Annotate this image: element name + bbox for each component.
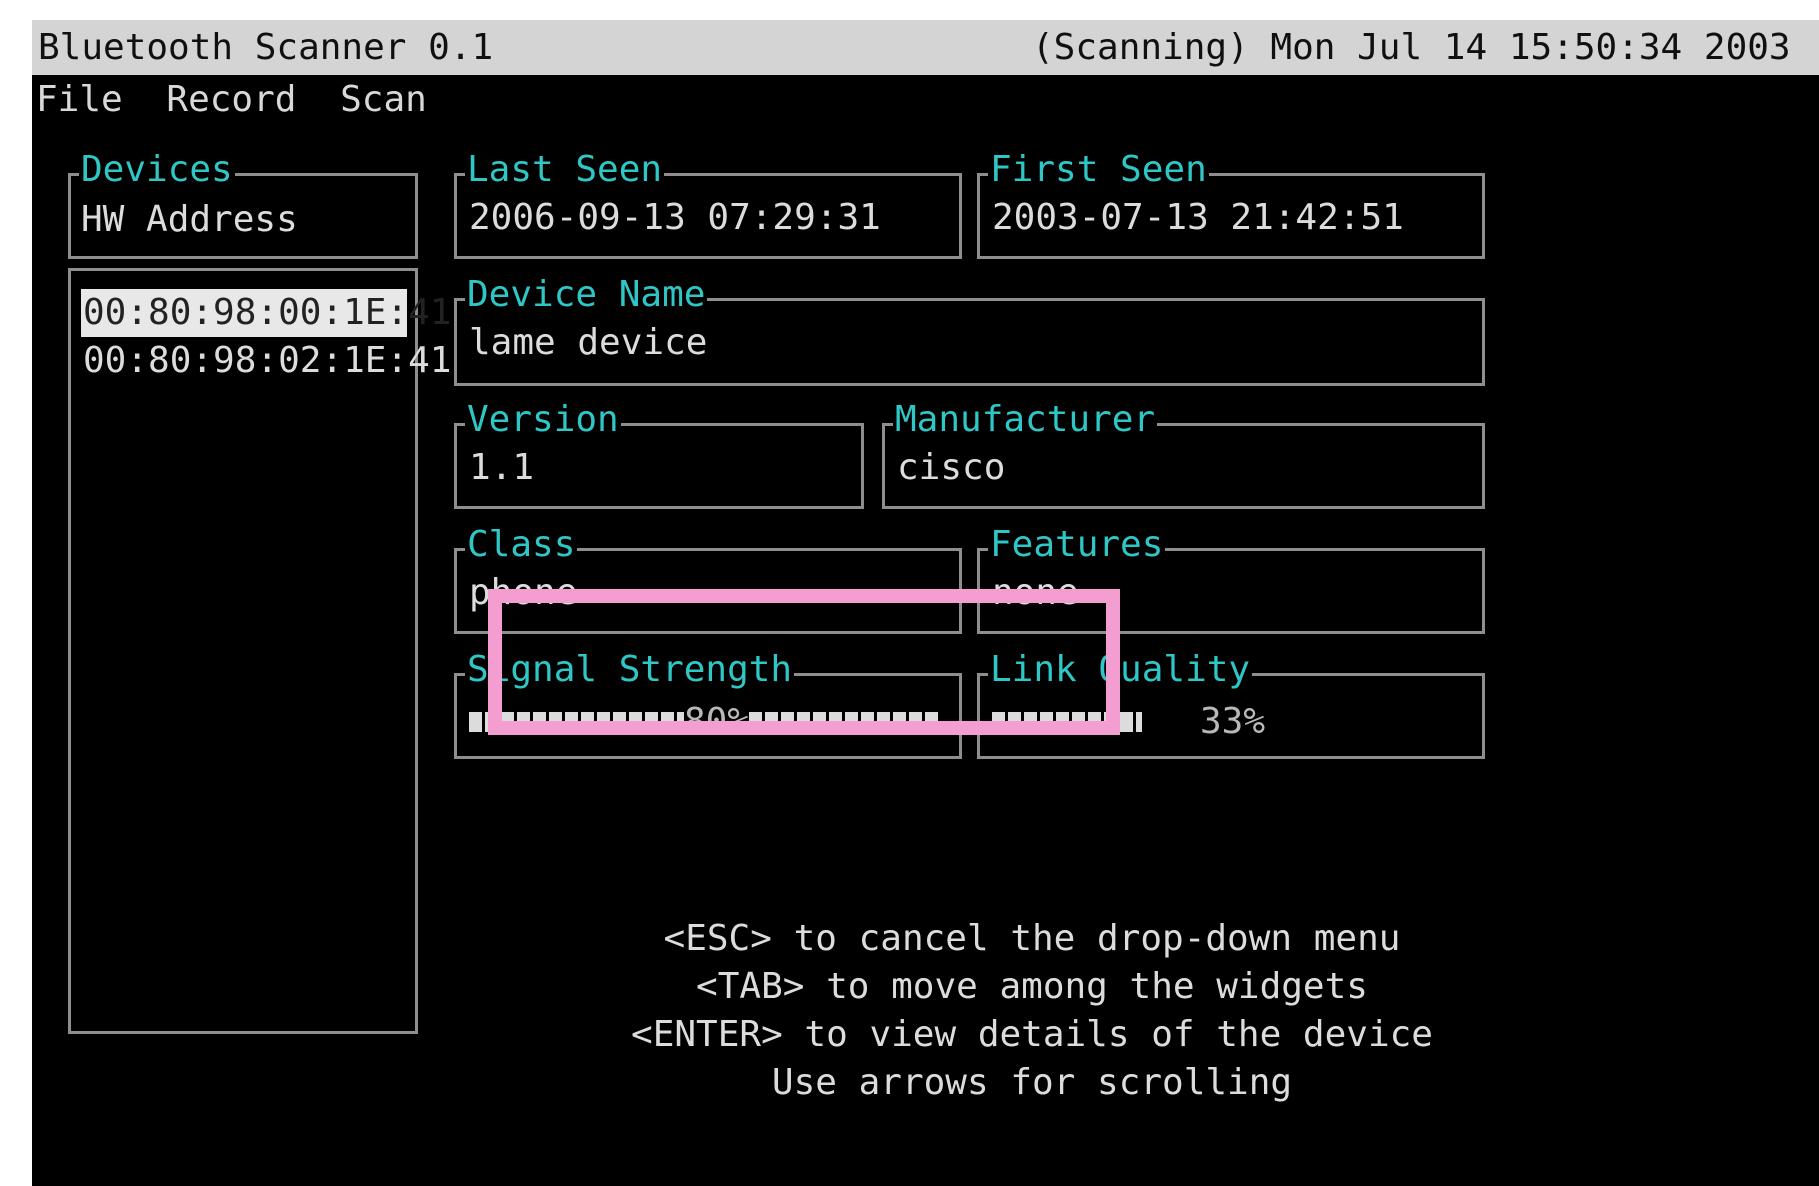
menu-file[interactable]: File [36,79,123,120]
device-list-box[interactable]: 00:80:98:00:1E:41 00:80:98:02:1E:41 [68,268,451,1034]
signal-strength-percent: 80% [684,701,750,742]
terminal-window: Bluetooth Scanner 0.1 (Scanning) Mon Jul… [32,20,1819,1186]
version-value: 1.1 [469,447,535,488]
features-label: Features [988,523,1166,567]
first-seen-field[interactable]: First Seen 2003-07-13 21:42:51 [977,148,1485,259]
devices-header-box: Devices HW Address [68,148,418,259]
menu-scan[interactable]: Scan [340,79,427,120]
scan-status: (Scanning) Mon Jul 14 15:50:34 2003 [1032,27,1791,68]
device-list-item[interactable]: 00:80:98:00:1E:41 [81,289,451,337]
link-quality-bar [992,712,1142,732]
last-seen-label: Last Seen [465,148,665,192]
hw-address-header: HW Address [81,199,298,240]
features-value: none [992,572,1079,613]
signal-strength-bar-remainder [749,712,940,732]
help-line: Use arrows for scrolling [771,1062,1293,1103]
link-quality-label: Link Quality [988,648,1253,692]
manufacturer-field[interactable]: Manufacturer cisco [882,398,1485,509]
app-title: Bluetooth Scanner 0.1 [38,27,494,68]
manufacturer-label: Manufacturer [893,398,1158,442]
class-field[interactable]: Class phone [454,523,962,634]
last-seen-value: 2006-09-13 07:29:31 [469,197,881,238]
signal-strength-bar [469,712,684,732]
title-bar: Bluetooth Scanner 0.1 (Scanning) Mon Jul… [32,20,1819,75]
signal-strength-field: Signal Strength 80% [454,648,962,759]
last-seen-field[interactable]: Last Seen 2006-09-13 07:29:31 [454,148,962,259]
signal-strength-meter: 80% [469,700,940,744]
help-line: <TAB> to move among the widgets [696,966,1368,1007]
link-quality-meter: 33% [992,700,1265,744]
first-seen-label: First Seen [988,148,1209,192]
help-line: <ENTER> to view details of the device [631,1014,1433,1055]
first-seen-value: 2003-07-13 21:42:51 [992,197,1404,238]
class-value: phone [469,572,578,613]
help-line: <ESC> to cancel the drop-down menu [663,918,1401,959]
device-name-label: Device Name [465,273,708,317]
version-label: Version [465,398,621,442]
device-name-field[interactable]: Device Name lame device [454,273,1485,386]
features-field[interactable]: Features none [977,523,1485,634]
version-field[interactable]: Version 1.1 [454,398,864,509]
device-name-value: lame device [469,322,708,363]
device-list-item[interactable]: 00:80:98:02:1E:41 [81,337,451,385]
link-quality-percent: 33% [1200,701,1266,742]
help-text: <ESC> to cancel the drop-down menu <TAB>… [532,915,1532,1107]
manufacturer-value: cisco [897,447,1006,488]
menu-record[interactable]: Record [166,79,296,120]
signal-strength-label: Signal Strength [465,648,795,692]
devices-label: Devices [79,148,235,192]
class-label: Class [465,523,578,567]
menu-bar: File Record Scan [32,75,449,125]
device-list[interactable]: 00:80:98:00:1E:41 00:80:98:02:1E:41 [81,289,451,385]
link-quality-field: Link Quality 33% [977,648,1485,759]
